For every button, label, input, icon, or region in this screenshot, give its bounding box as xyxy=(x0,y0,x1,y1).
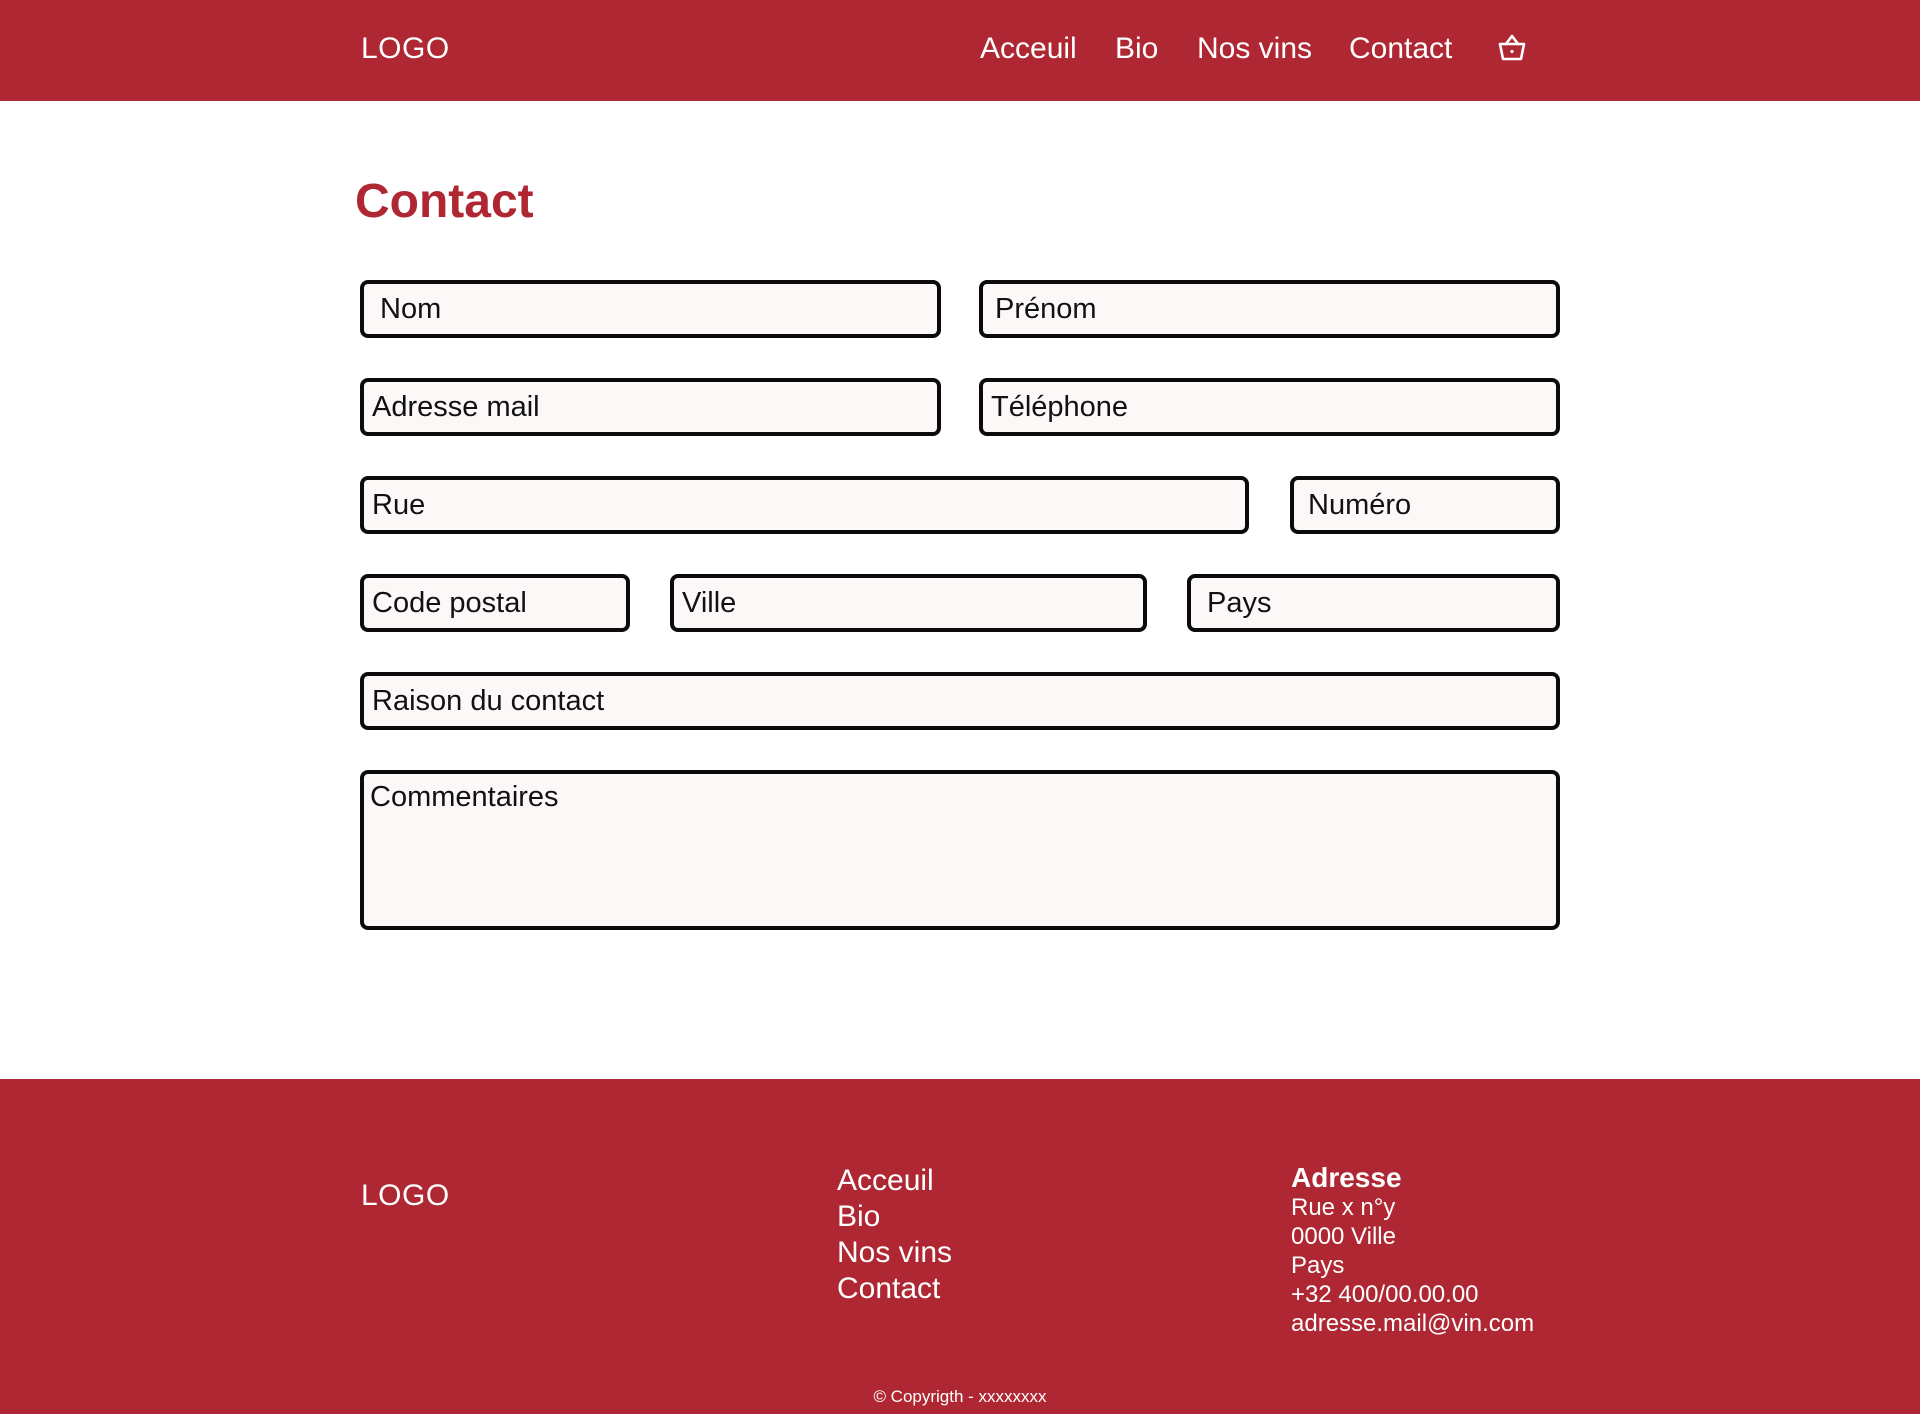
footer-link-nos-vins[interactable]: Nos vins xyxy=(837,1235,952,1271)
address-street: Rue x n°y xyxy=(1291,1194,1396,1221)
nav-link-contact[interactable]: Contact xyxy=(1349,34,1452,64)
footer-logo[interactable]: LOGO xyxy=(361,1181,450,1211)
page-title: Contact xyxy=(355,175,534,228)
rue-input[interactable] xyxy=(360,476,1249,534)
address-title: Adresse xyxy=(1291,1162,1402,1193)
address-city: 0000 Ville xyxy=(1291,1223,1396,1250)
code-postal-input[interactable] xyxy=(360,574,630,632)
nav-link-nos-vins[interactable]: Nos vins xyxy=(1197,34,1312,64)
footer-link-contact[interactable]: Contact xyxy=(837,1271,952,1307)
address-email: adresse.mail@vin.com xyxy=(1291,1310,1535,1337)
pays-input[interactable] xyxy=(1187,574,1560,632)
footer-nav: Acceuil Bio Nos vins Contact xyxy=(837,1163,952,1307)
nav-link-acceuil[interactable]: Acceuil xyxy=(980,34,1077,64)
commentaires-textarea[interactable] xyxy=(360,770,1560,930)
copyright-text: © Copyrigth - xxxxxxxx xyxy=(873,1387,1047,1406)
nom-input[interactable] xyxy=(360,280,941,338)
site-header: LOGO Acceuil Bio Nos vins Contact xyxy=(0,0,1920,101)
site-footer: LOGO Acceuil Bio Nos vins Contact Adress… xyxy=(0,1079,1920,1414)
nav-link-bio[interactable]: Bio xyxy=(1115,34,1158,64)
main-nav: Acceuil Bio Nos vins Contact xyxy=(0,34,1920,74)
address-country: Pays xyxy=(1291,1252,1345,1279)
footer-link-bio[interactable]: Bio xyxy=(837,1199,952,1235)
email-input[interactable] xyxy=(360,378,941,436)
shopping-basket-icon[interactable] xyxy=(1497,33,1527,63)
address-phone: +32 400/00.00.00 xyxy=(1291,1281,1479,1308)
footer-link-acceuil[interactable]: Acceuil xyxy=(837,1163,952,1199)
prenom-input[interactable] xyxy=(979,280,1560,338)
telephone-input[interactable] xyxy=(979,378,1560,436)
numero-input[interactable] xyxy=(1290,476,1560,534)
footer-address: Adresse Rue x n°y 0000 Ville Pays +32 40… xyxy=(1291,1163,1534,1338)
raison-input[interactable] xyxy=(360,672,1560,730)
ville-input[interactable] xyxy=(670,574,1147,632)
